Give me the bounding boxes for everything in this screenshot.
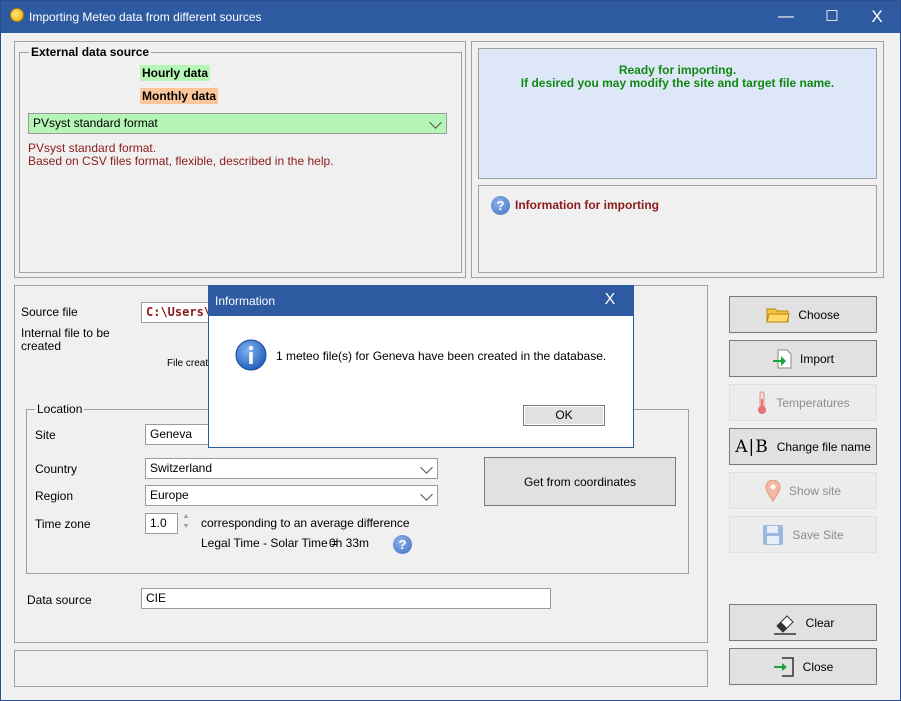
dialog-title-bar: Information X: [209, 286, 633, 316]
legal-time-value: 0h 33m: [329, 536, 370, 550]
internal-file-label-1: Internal file to be: [21, 326, 110, 340]
change-file-name-button[interactable]: A|B Change file name: [729, 428, 877, 465]
map-pin-icon: [765, 479, 781, 502]
site-label: Site: [35, 428, 56, 442]
minimize-button[interactable]: —: [763, 1, 809, 33]
choose-button[interactable]: Choose: [729, 296, 877, 333]
region-select[interactable]: Europe: [145, 485, 438, 506]
data-source-field[interactable]: CIE: [141, 588, 551, 609]
format-desc-1: PVsyst standard format.: [28, 141, 157, 155]
ok-button[interactable]: OK: [523, 405, 605, 426]
country-label: Country: [35, 462, 78, 476]
region-label: Region: [35, 489, 74, 503]
eraser-icon: [773, 614, 796, 635]
timezone-label: Time zone: [35, 517, 91, 531]
dialog-title: Information: [215, 294, 276, 308]
folder-icon: [766, 308, 790, 322]
status-line-2: If desired you may modify the site and t…: [520, 76, 835, 90]
external-source-label: External data source: [29, 45, 152, 59]
change-file-name-label: Change file name: [776, 439, 871, 454]
country-select-value: Switzerland: [150, 461, 213, 475]
app-icon: [10, 8, 24, 22]
clear-label: Clear: [805, 615, 835, 630]
region-select-value: Europe: [150, 488, 189, 502]
save-site-button[interactable]: Save Site: [729, 516, 877, 553]
help-icon[interactable]: ?: [491, 196, 510, 215]
data-source-label: Data source: [27, 593, 92, 607]
timezone-spinner[interactable]: ▲ ▼: [181, 512, 191, 534]
chevron-down-icon: [429, 116, 442, 129]
import-label: Import: [799, 351, 834, 366]
format-select[interactable]: PVsyst standard format: [28, 113, 447, 134]
floppy-icon: [763, 524, 784, 545]
status-bar: [14, 650, 708, 687]
hourly-data-label: Hourly data: [140, 65, 211, 81]
info-icon: [235, 339, 267, 371]
temperatures-button[interactable]: Temperatures: [729, 384, 877, 421]
thermometer-icon: [758, 391, 767, 414]
file-creation-label: File creati: [167, 358, 211, 369]
main-window: Importing Meteo data from different sour…: [0, 0, 901, 701]
show-site-button[interactable]: Show site: [729, 472, 877, 509]
window-title: Importing Meteo data from different sour…: [29, 10, 262, 24]
maximize-button[interactable]: ☐: [809, 1, 855, 33]
timezone-description: corresponding to an average difference: [201, 516, 410, 530]
status-line-1: Ready for importing.: [618, 63, 737, 77]
save-site-label: Save Site: [792, 527, 844, 542]
close-window-button[interactable]: X: [854, 1, 900, 33]
choose-label: Choose: [798, 307, 840, 322]
external-source-panel: External data source Hourly data Monthly…: [14, 41, 466, 278]
status-box: Ready for importing. If desired you may …: [478, 48, 877, 179]
information-dialog: Information X 1 meteo file(s) for Geneva…: [208, 285, 634, 448]
chevron-down-icon: [420, 461, 433, 474]
show-site-label: Show site: [788, 483, 842, 498]
location-label: Location: [35, 402, 85, 416]
format-select-value: PVsyst standard format: [33, 116, 158, 130]
chevron-down-icon: [420, 488, 433, 501]
close-label: Close: [802, 659, 834, 674]
close-button[interactable]: Close: [729, 648, 877, 685]
text-cursor-icon: A|B: [735, 436, 769, 457]
monthly-data-label: Monthly data: [140, 88, 218, 104]
clear-button[interactable]: Clear: [729, 604, 877, 641]
source-file-label: Source file: [21, 305, 78, 319]
import-button[interactable]: Import: [729, 340, 877, 377]
dialog-close-button[interactable]: X: [595, 291, 625, 309]
status-panel: Ready for importing. If desired you may …: [471, 41, 884, 278]
get-from-coordinates-label: Get from coordinates: [523, 474, 637, 489]
temperatures-label: Temperatures: [776, 395, 850, 410]
get-from-coordinates-button[interactable]: Get from coordinates: [484, 457, 676, 506]
country-select[interactable]: Switzerland: [145, 458, 438, 479]
format-desc-2: Based on CSV files format, flexible, des…: [28, 154, 334, 168]
info-box: ? Information for importing: [478, 185, 877, 273]
dialog-message: 1 meteo file(s) for Geneva have been cre…: [276, 349, 607, 363]
internal-file-label-2: created: [21, 339, 62, 353]
timezone-field[interactable]: 1.0: [145, 513, 178, 534]
exit-icon: [773, 656, 794, 677]
title-bar: Importing Meteo data from different sour…: [1, 1, 900, 33]
info-title: Information for importing: [515, 198, 659, 212]
import-icon: [772, 349, 792, 368]
legal-time-label: Legal Time - Solar Time =: [201, 536, 339, 550]
help-icon[interactable]: ?: [393, 535, 412, 554]
